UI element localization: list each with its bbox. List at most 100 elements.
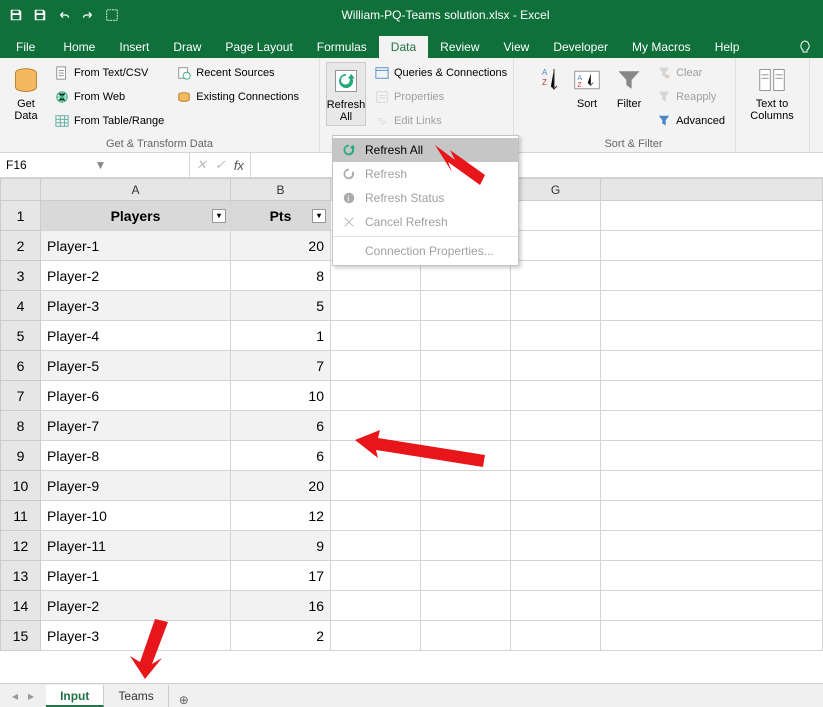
- row-header[interactable]: 11: [1, 501, 41, 531]
- queries-connections-button[interactable]: Queries & Connections: [370, 62, 511, 84]
- row-header[interactable]: 14: [1, 591, 41, 621]
- existing-connections-button[interactable]: Existing Connections: [172, 86, 303, 108]
- tell-me-icon[interactable]: [787, 39, 823, 58]
- cell[interactable]: Player-10: [41, 501, 231, 531]
- cell[interactable]: Player-2: [41, 591, 231, 621]
- row-header[interactable]: 2: [1, 231, 41, 261]
- undo-icon[interactable]: [56, 7, 72, 23]
- cell[interactable]: Player-5: [41, 351, 231, 381]
- sort-az-button[interactable]: AZ: [538, 62, 564, 98]
- save-as-icon[interactable]: [32, 7, 48, 23]
- cell[interactable]: 5: [231, 291, 331, 321]
- text-to-columns-button[interactable]: Text to Columns: [742, 62, 802, 124]
- tab-file[interactable]: File: [0, 36, 51, 58]
- tab-formulas[interactable]: Formulas: [305, 36, 379, 58]
- advanced-button[interactable]: Advanced: [652, 110, 729, 132]
- cell[interactable]: 7: [231, 351, 331, 381]
- row-header[interactable]: 9: [1, 441, 41, 471]
- cell[interactable]: Player-9: [41, 471, 231, 501]
- cell[interactable]: Player-2: [41, 261, 231, 291]
- sheet-tab-input[interactable]: Input: [46, 685, 104, 707]
- row-header[interactable]: 4: [1, 291, 41, 321]
- col-header[interactable]: A: [41, 179, 231, 201]
- refresh-all-icon: [341, 142, 357, 158]
- properties-icon: [374, 89, 390, 105]
- cell[interactable]: 16: [231, 591, 331, 621]
- filter-button[interactable]: Filter: [610, 62, 648, 112]
- table-header-players[interactable]: Players▾: [41, 201, 231, 231]
- cell[interactable]: Player-4: [41, 321, 231, 351]
- row-header[interactable]: 7: [1, 381, 41, 411]
- refresh-all-button[interactable]: Refresh All: [326, 62, 366, 126]
- sheet-nav[interactable]: ◂▸: [0, 689, 46, 703]
- col-header[interactable]: B: [231, 179, 331, 201]
- row-header[interactable]: 10: [1, 471, 41, 501]
- row-header[interactable]: 12: [1, 531, 41, 561]
- tab-home[interactable]: Home: [51, 36, 107, 58]
- col-header[interactable]: G: [511, 179, 601, 201]
- table-row: 10Player-920: [1, 471, 823, 501]
- menu-refresh-all[interactable]: Refresh All: [333, 138, 518, 162]
- cell[interactable]: Player-8: [41, 441, 231, 471]
- cell[interactable]: 8: [231, 261, 331, 291]
- svg-text:A: A: [542, 68, 548, 77]
- tab-review[interactable]: Review: [428, 36, 491, 58]
- from-table-button[interactable]: From Table/Range: [50, 110, 168, 132]
- table-row: 6Player-57: [1, 351, 823, 381]
- svg-text:Z: Z: [577, 82, 582, 89]
- save-icon[interactable]: [8, 7, 24, 23]
- filter-dropdown-icon[interactable]: ▾: [312, 209, 326, 223]
- table-row: 7Player-610: [1, 381, 823, 411]
- ribbon-tabs: File Home Insert Draw Page Layout Formul…: [0, 30, 823, 58]
- cell[interactable]: 20: [231, 471, 331, 501]
- group-data-tools: Text to Columns: [736, 58, 810, 152]
- from-web-button[interactable]: From Web: [50, 86, 168, 108]
- redo-icon[interactable]: [80, 7, 96, 23]
- tab-data[interactable]: Data: [379, 36, 428, 58]
- cell[interactable]: Player-3: [41, 621, 231, 651]
- tab-draw[interactable]: Draw: [161, 36, 213, 58]
- cell[interactable]: 17: [231, 561, 331, 591]
- cell[interactable]: 1: [231, 321, 331, 351]
- cell[interactable]: 9: [231, 531, 331, 561]
- cell[interactable]: 12: [231, 501, 331, 531]
- cell[interactable]: 10: [231, 381, 331, 411]
- tab-help[interactable]: Help: [703, 36, 752, 58]
- add-sheet-button[interactable]: ⊕: [169, 693, 199, 707]
- tab-developer[interactable]: Developer: [541, 36, 620, 58]
- filter-dropdown-icon[interactable]: ▾: [212, 209, 226, 223]
- tab-page-layout[interactable]: Page Layout: [213, 36, 304, 58]
- from-text-csv-button[interactable]: From Text/CSV: [50, 62, 168, 84]
- cell[interactable]: 20: [231, 231, 331, 261]
- row-header[interactable]: 15: [1, 621, 41, 651]
- chevron-down-icon[interactable]: ▼: [95, 158, 184, 172]
- recent-sources-button[interactable]: Recent Sources: [172, 62, 303, 84]
- row-header[interactable]: 13: [1, 561, 41, 591]
- row-header[interactable]: 6: [1, 351, 41, 381]
- cell[interactable]: 2: [231, 621, 331, 651]
- select-all-corner[interactable]: [1, 179, 41, 201]
- tab-insert[interactable]: Insert: [107, 36, 161, 58]
- cell[interactable]: Player-11: [41, 531, 231, 561]
- row-header[interactable]: 8: [1, 411, 41, 441]
- row-header[interactable]: 3: [1, 261, 41, 291]
- cell[interactable]: 6: [231, 411, 331, 441]
- cell[interactable]: Player-3: [41, 291, 231, 321]
- snip-icon[interactable]: [104, 7, 120, 23]
- cell[interactable]: Player-1: [41, 231, 231, 261]
- sort-button[interactable]: AZ Sort: [568, 62, 606, 112]
- name-box[interactable]: F16▼: [0, 153, 190, 177]
- get-data-button[interactable]: Get Data: [6, 62, 46, 124]
- table-header-pts[interactable]: Pts▾: [231, 201, 331, 231]
- sheet-tab-teams[interactable]: Teams: [104, 685, 168, 707]
- cell[interactable]: 6: [231, 441, 331, 471]
- cell[interactable]: Player-7: [41, 411, 231, 441]
- fx-icon[interactable]: fx: [234, 158, 244, 173]
- cell[interactable]: Player-1: [41, 561, 231, 591]
- cell[interactable]: Player-6: [41, 381, 231, 411]
- row-header[interactable]: 1: [1, 201, 41, 231]
- tab-my-macros[interactable]: My Macros: [620, 36, 703, 58]
- tab-view[interactable]: View: [492, 36, 542, 58]
- clear-button: Clear: [652, 62, 729, 84]
- row-header[interactable]: 5: [1, 321, 41, 351]
